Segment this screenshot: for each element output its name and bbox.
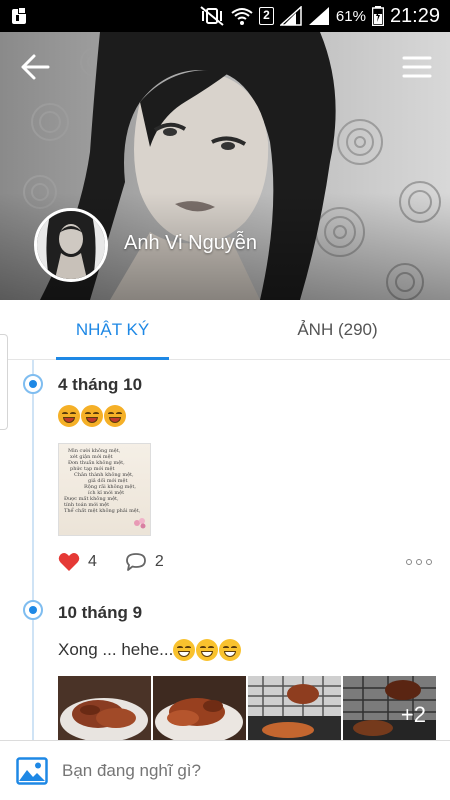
profile-name: Anh Vi Nguyễn — [124, 232, 258, 254]
post-date: 4 tháng 10 — [58, 375, 143, 394]
photo-grid: +2 — [58, 676, 438, 740]
timeline-dot — [23, 374, 43, 394]
more-options-icon[interactable] — [406, 559, 432, 565]
post-actions: 4 2 — [58, 550, 438, 574]
food-photo-image — [58, 676, 151, 740]
menu-button[interactable] — [400, 52, 434, 82]
avatar-image — [37, 211, 105, 279]
tab-photos[interactable]: ẢNH (290) — [225, 300, 450, 359]
post-photo[interactable] — [248, 676, 341, 740]
tab-journal[interactable]: NHẬT KÝ — [0, 300, 225, 359]
cover-photo[interactable]: Anh Vi Nguyễn — [0, 32, 450, 300]
flower-decoration-icon — [134, 518, 146, 529]
comment-icon[interactable] — [125, 552, 147, 572]
grin-emoji-icon — [219, 639, 242, 661]
status-input[interactable] — [62, 760, 422, 781]
signal-icon-1 — [279, 6, 302, 26]
timeline-line — [32, 360, 34, 740]
post-photo-more[interactable]: +2 — [343, 676, 436, 740]
back-button[interactable] — [18, 52, 52, 82]
drawer-handle[interactable] — [0, 334, 8, 430]
image-text-line: Thể chất mệt không phải mệt, — [64, 508, 141, 514]
vibrate-mute-icon — [200, 6, 224, 26]
timeline-dot — [23, 600, 43, 620]
grin-emoji-icon — [196, 639, 219, 661]
post-emoji-text — [58, 405, 127, 427]
grill-photo-image — [248, 676, 341, 740]
like-count[interactable]: 4 — [88, 553, 97, 571]
post-image[interactable]: Mìn cười không mệt, xét giận mới mệt Đơn… — [58, 443, 151, 536]
post-text: Xong ... hehe... — [58, 639, 242, 661]
timeline[interactable]: 4 tháng 10 Mìn cười không mệt, xét giận … — [0, 360, 450, 740]
post-text-content: Xong ... hehe... — [58, 640, 174, 659]
blush-emoji-icon — [58, 405, 80, 427]
arrow-left-icon — [21, 54, 50, 80]
wifi-icon — [231, 8, 253, 25]
blush-emoji-icon — [104, 405, 126, 427]
image-icon[interactable] — [16, 756, 48, 785]
heart-icon[interactable] — [58, 552, 80, 572]
post-photo[interactable] — [153, 676, 246, 740]
profile-tabs: NHẬT KÝ ẢNH (290) — [0, 300, 450, 360]
post-date: 10 tháng 9 — [58, 603, 143, 622]
sim-badge: 2 — [258, 7, 274, 25]
food-photo-image — [153, 676, 246, 740]
signal-icon-2 — [308, 7, 329, 25]
battery-percent: 61% — [335, 7, 366, 25]
post-photo[interactable] — [58, 676, 151, 740]
avatar[interactable] — [34, 208, 108, 282]
battery-icon — [371, 6, 384, 26]
status-bar: 2 61% 21:29 — [0, 0, 450, 32]
blush-emoji-icon — [81, 405, 103, 427]
post-composer[interactable] — [0, 740, 450, 800]
notification-icon — [12, 7, 26, 24]
hamburger-menu-icon — [402, 56, 432, 78]
more-photos-count: +2 — [400, 702, 426, 727]
comment-count[interactable]: 2 — [155, 553, 164, 571]
grin-emoji-icon — [173, 639, 196, 661]
clock: 21:29 — [389, 4, 440, 27]
